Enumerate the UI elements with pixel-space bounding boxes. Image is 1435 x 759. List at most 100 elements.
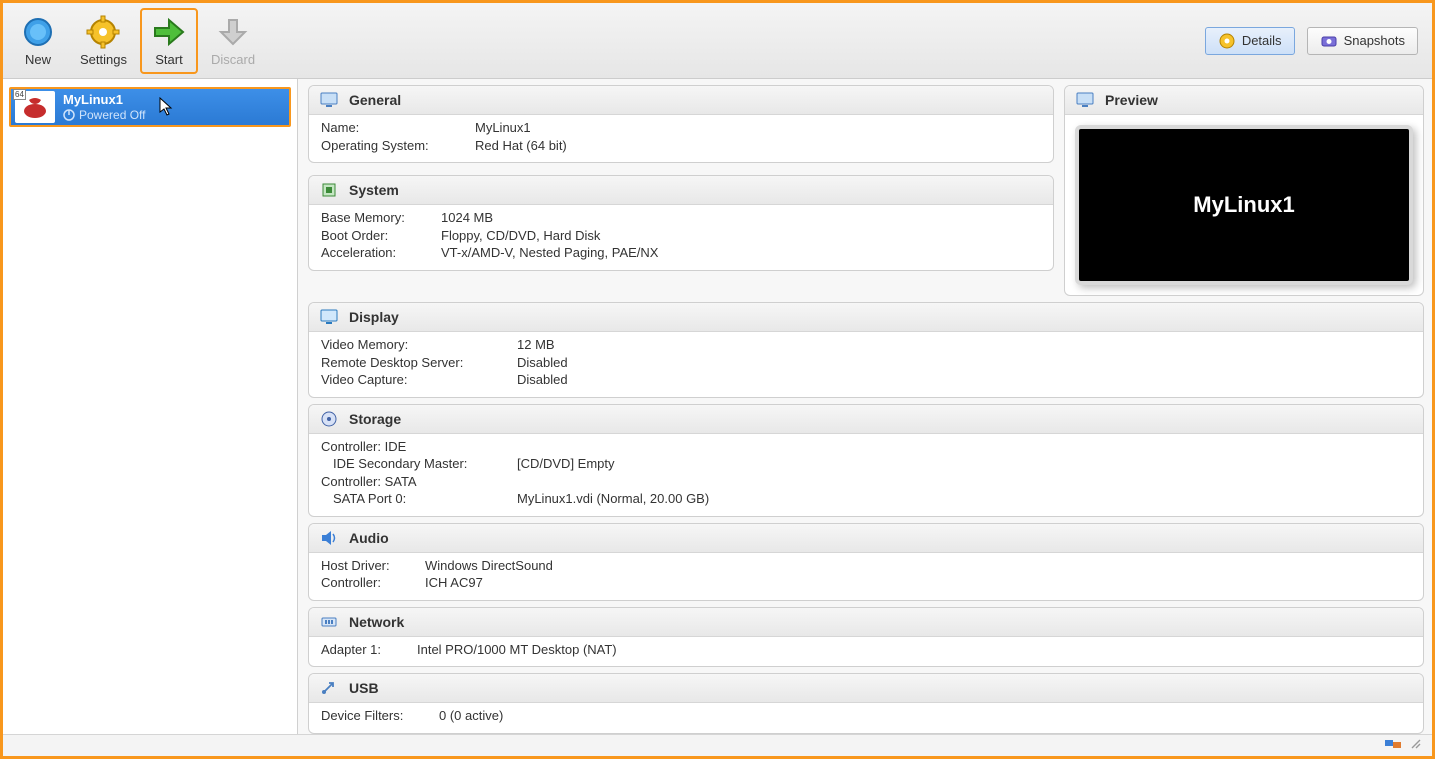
vm-list: 64 MyLinux1 Powered Off [3, 79, 298, 734]
resize-grip-icon[interactable] [1410, 738, 1422, 753]
mem-value: 1024 MB [441, 209, 493, 227]
name-label: Name: [321, 119, 475, 137]
network-panel: Network Adapter 1:Intel PRO/1000 MT Desk… [308, 607, 1424, 668]
adapter1-label: Adapter 1: [321, 641, 417, 659]
general-header[interactable]: General [309, 86, 1053, 115]
display-icon [319, 307, 339, 327]
vm-state-label: Powered Off [79, 108, 145, 122]
ctrl-ide: Controller: IDE [321, 438, 406, 456]
details-scroll[interactable]: General Name:MyLinux1 Operating System:R… [298, 79, 1432, 734]
status-network-icon [1384, 737, 1402, 754]
disk-icon [319, 409, 339, 429]
discard-label: Discard [211, 52, 255, 67]
display-header[interactable]: Display [309, 303, 1423, 332]
details-label: Details [1242, 33, 1282, 48]
preview-icon [1075, 90, 1095, 110]
new-label: New [25, 52, 51, 67]
new-button[interactable]: New [9, 8, 67, 74]
filt-label: Device Filters: [321, 707, 439, 725]
camera-icon [1320, 32, 1338, 50]
usb-icon [319, 678, 339, 698]
preview-thumbnail[interactable]: MyLinux1 [1075, 125, 1413, 285]
details-toggle[interactable]: Details [1205, 27, 1295, 55]
system-header[interactable]: System [309, 176, 1053, 205]
rds-value: Disabled [517, 354, 568, 372]
arch-badge: 64 [13, 89, 26, 100]
network-title: Network [349, 614, 404, 630]
display-body: Video Memory:12 MB Remote Desktop Server… [309, 332, 1423, 397]
app-window: New Settings Start Discard Details [0, 0, 1435, 759]
usb-header[interactable]: USB [309, 674, 1423, 703]
audio-panel: Audio Host Driver:Windows DirectSound Co… [308, 523, 1424, 601]
vc-label: Video Capture: [321, 371, 517, 389]
settings-label: Settings [80, 52, 127, 67]
general-body: Name:MyLinux1 Operating System:Red Hat (… [309, 115, 1053, 162]
sata0-value: MyLinux1.vdi (Normal, 20.00 GB) [517, 490, 709, 508]
start-arrow-icon [151, 14, 187, 50]
vm-list-item[interactable]: 64 MyLinux1 Powered Off [9, 87, 291, 127]
audio-body: Host Driver:Windows DirectSound Controll… [309, 553, 1423, 600]
preview-header[interactable]: Preview [1065, 86, 1423, 115]
os-label: Operating System: [321, 137, 475, 155]
preview-panel: Preview MyLinux1 [1064, 85, 1424, 296]
rds-label: Remote Desktop Server: [321, 354, 517, 372]
adapter1-value: Intel PRO/1000 MT Desktop (NAT) [417, 641, 617, 659]
vc-value: Disabled [517, 371, 568, 389]
main-area: 64 MyLinux1 Powered Off [3, 79, 1432, 734]
system-title: System [349, 182, 399, 198]
details-pane: General Name:MyLinux1 Operating System:R… [298, 79, 1432, 734]
ctrl-sata: Controller: SATA [321, 473, 417, 491]
snapshots-toggle[interactable]: Snapshots [1307, 27, 1418, 55]
system-panel: System Base Memory:1024 MB Boot Order:Fl… [308, 175, 1054, 271]
start-button[interactable]: Start [140, 8, 198, 74]
sata0-label: SATA Port 0: [333, 490, 517, 508]
accel-value: VT-x/AMD-V, Nested Paging, PAE/NX [441, 244, 658, 262]
os-value: Red Hat (64 bit) [475, 137, 567, 155]
details-icon [1218, 32, 1236, 50]
gear-icon [85, 14, 121, 50]
settings-button[interactable]: Settings [71, 8, 136, 74]
network-icon [319, 612, 339, 632]
host-label: Host Driver: [321, 557, 425, 575]
mouse-cursor-icon [159, 97, 173, 117]
monitor-icon [319, 90, 339, 110]
vm-text: MyLinux1 Powered Off [63, 92, 145, 122]
snapshots-label: Snapshots [1344, 33, 1405, 48]
ide-sec-value: [CD/DVD] Empty [517, 455, 615, 473]
display-title: Display [349, 309, 399, 325]
usb-body: Device Filters:0 (0 active) [309, 703, 1423, 733]
ctrl-value: ICH AC97 [425, 574, 483, 592]
general-panel: General Name:MyLinux1 Operating System:R… [308, 85, 1054, 163]
ctrl-label: Controller: [321, 574, 425, 592]
storage-header[interactable]: Storage [309, 405, 1423, 434]
discard-button: Discard [202, 8, 264, 74]
main-toolbar: New Settings Start Discard Details [3, 3, 1432, 79]
preview-text: MyLinux1 [1193, 192, 1294, 218]
status-bar [3, 734, 1432, 756]
usb-panel: USB Device Filters:0 (0 active) [308, 673, 1424, 734]
ide-sec-label: IDE Secondary Master: [333, 455, 517, 473]
host-value: Windows DirectSound [425, 557, 553, 575]
system-body: Base Memory:1024 MB Boot Order:Floppy, C… [309, 205, 1053, 270]
accel-label: Acceleration: [321, 244, 441, 262]
storage-panel: Storage Controller: IDE IDE Secondary Ma… [308, 404, 1424, 517]
audio-header[interactable]: Audio [309, 524, 1423, 553]
chip-icon [319, 180, 339, 200]
general-title: General [349, 92, 401, 108]
usb-title: USB [349, 680, 379, 696]
power-icon [63, 109, 75, 121]
name-value: MyLinux1 [475, 119, 531, 137]
filt-value: 0 (0 active) [439, 707, 503, 725]
storage-body: Controller: IDE IDE Secondary Master:[CD… [309, 434, 1423, 516]
network-header[interactable]: Network [309, 608, 1423, 637]
vmem-label: Video Memory: [321, 336, 517, 354]
vmem-value: 12 MB [517, 336, 555, 354]
preview-title: Preview [1105, 92, 1158, 108]
new-icon [20, 14, 56, 50]
network-body: Adapter 1:Intel PRO/1000 MT Desktop (NAT… [309, 637, 1423, 667]
vm-name: MyLinux1 [63, 92, 145, 108]
discard-icon [215, 14, 251, 50]
vm-state: Powered Off [63, 108, 145, 122]
boot-label: Boot Order: [321, 227, 441, 245]
start-label: Start [155, 52, 182, 67]
